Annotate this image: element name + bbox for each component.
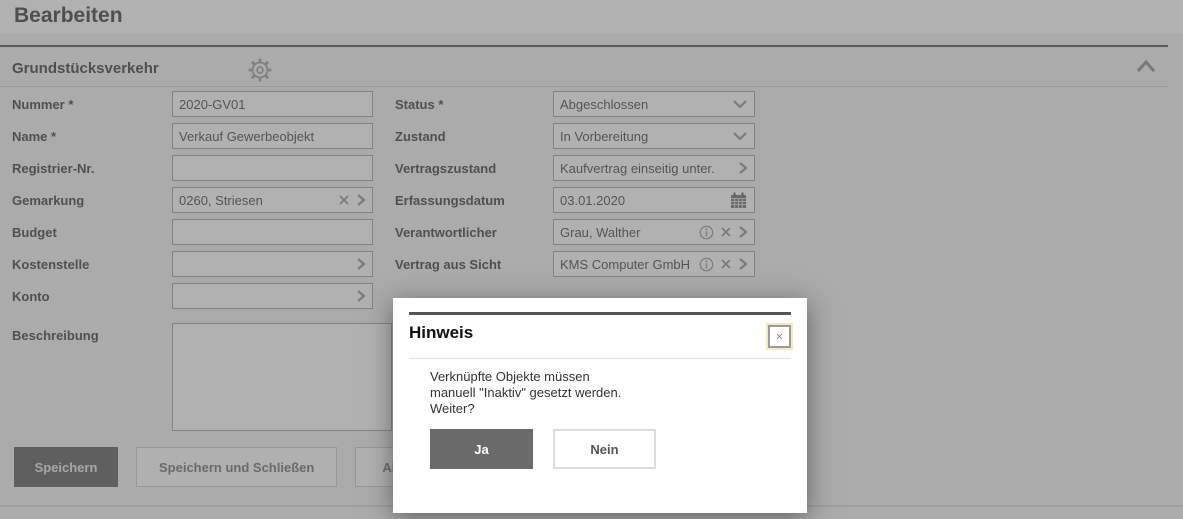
dialog-accent-line	[409, 312, 791, 315]
dialog-message-line2: manuell "Inaktiv" gesetzt werden.	[430, 385, 621, 401]
ja-button[interactable]: Ja	[430, 429, 533, 469]
close-button[interactable]	[768, 325, 791, 348]
close-icon	[776, 330, 783, 343]
dialog-title: Hinweis	[409, 323, 473, 343]
dialog-message: Verknüpfte Objekte müssen manuell "Inakt…	[430, 369, 621, 417]
nein-button[interactable]: Nein	[553, 429, 656, 469]
dialog-separator	[409, 358, 791, 359]
dialog-message-line3: Weiter?	[430, 401, 621, 417]
hinweis-dialog: Hinweis Verknüpfte Objekte müssen manuel…	[393, 298, 807, 513]
dialog-message-line1: Verknüpfte Objekte müssen	[430, 369, 621, 385]
